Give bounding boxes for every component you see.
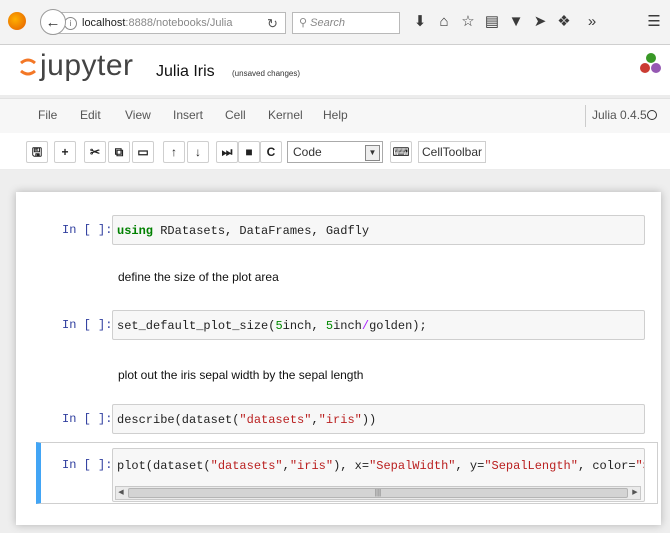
- code-text: , y=: [455, 459, 485, 473]
- cut-icon[interactable]: ✂: [84, 141, 106, 163]
- notebook-name[interactable]: Julia Iris: [156, 63, 215, 81]
- code-string: "SepalWidth": [369, 459, 456, 473]
- dropdown-arrow-icon: ▼: [365, 145, 380, 161]
- extension-icon[interactable]: ❖: [554, 12, 574, 32]
- code-text: plot(dataset(: [117, 459, 211, 473]
- code-cell-input[interactable]: set_default_plot_size(5inch, 5inch/golde…: [112, 310, 645, 340]
- cell-prompt: In [ ]:: [62, 412, 113, 426]
- reading-list-icon[interactable]: ▤: [482, 12, 502, 32]
- code-number: 5: [275, 319, 283, 333]
- cell-type-select[interactable]: Code ▼: [287, 141, 383, 163]
- code-keyword: using: [117, 224, 154, 238]
- info-icon[interactable]: i: [64, 17, 77, 30]
- kernel-idle-indicator-icon: [647, 110, 657, 120]
- stop-icon[interactable]: ■: [238, 141, 260, 163]
- url-bar[interactable]: i localhost:8888/notebooks/Julia: [58, 12, 286, 34]
- code-string: "datasets": [239, 413, 312, 427]
- markdown-cell[interactable]: plot out the iris sepal width by the sep…: [118, 368, 363, 382]
- jupyter-header: jupyter Julia Iris (unsaved changes): [0, 45, 670, 95]
- code-text: )): [361, 413, 377, 427]
- overflow-chevron-icon[interactable]: »: [582, 12, 602, 32]
- menu-bar: File Edit View Insert Cell Kernel Help J…: [0, 98, 670, 134]
- kernel-divider: [585, 105, 586, 127]
- run-cell-icon[interactable]: ⏭: [216, 141, 238, 163]
- scrollbar-thumb[interactable]: |||: [128, 488, 628, 498]
- back-arrow-icon[interactable]: ←: [40, 9, 66, 35]
- firefox-logo-icon: [8, 12, 26, 30]
- menu-view[interactable]: View: [125, 108, 151, 122]
- url-text: localhost:8888/notebooks/Julia: [82, 13, 232, 33]
- jupyter-logo-icon[interactable]: [18, 55, 38, 79]
- kernel-name: Julia 0.4.5: [592, 108, 647, 122]
- code-string: "datasets": [210, 459, 283, 473]
- code-text: inch,: [282, 319, 326, 333]
- code-text: set_default_plot_size(: [117, 319, 276, 333]
- save-icon[interactable]: 🖫: [26, 141, 48, 163]
- paste-icon[interactable]: ▭: [132, 141, 154, 163]
- code-string: "SepalLength": [484, 459, 578, 473]
- bookmark-star-icon[interactable]: ☆: [458, 12, 478, 32]
- checkpoint-status: (unsaved changes): [232, 69, 301, 78]
- code-text: golden);: [369, 319, 427, 333]
- reload-icon[interactable]: ↻: [260, 12, 286, 34]
- code-text: ,: [311, 413, 319, 427]
- menu-cell[interactable]: Cell: [225, 108, 246, 122]
- url-path: :8888/notebooks/Julia: [125, 17, 233, 29]
- cell-prompt: In [ ]:: [62, 223, 113, 237]
- send-icon[interactable]: ➤: [530, 12, 550, 32]
- code-text: ,: [282, 459, 290, 473]
- hamburger-menu-icon[interactable]: ☰: [644, 12, 664, 32]
- code-cell-input[interactable]: using RDatasets, DataFrames, Gadfly: [112, 215, 645, 245]
- cell-prompt: In [ ]:: [62, 318, 113, 332]
- code-number: 5: [325, 319, 334, 333]
- code-operator: /: [361, 319, 370, 333]
- code-text: ), x=: [333, 459, 370, 473]
- horizontal-scrollbar[interactable]: ◀ ||| ▶: [115, 486, 641, 500]
- browser-toolbar: i localhost:8888/notebooks/Julia ← ↻ ⚲ S…: [0, 0, 670, 45]
- code-string: "Species: [635, 459, 644, 473]
- insert-cell-icon[interactable]: +: [54, 141, 76, 163]
- copy-icon[interactable]: ⧉: [108, 141, 130, 163]
- search-placeholder: Search: [310, 17, 345, 29]
- search-icon: ⚲: [299, 17, 308, 29]
- code-string: "iris": [318, 413, 362, 427]
- julia-logo-icon: [640, 53, 662, 79]
- celltoolbar-button[interactable]: CellToolbar: [418, 141, 486, 163]
- jupyter-logo-text[interactable]: jupyter: [40, 49, 134, 83]
- cell-prompt: In [ ]:: [62, 458, 113, 472]
- download-icon[interactable]: ⬇: [410, 12, 430, 32]
- code-text: , color=: [577, 459, 636, 473]
- move-up-icon[interactable]: ↑: [163, 141, 185, 163]
- code-text: RDatasets, DataFrames, Gadfly: [153, 224, 370, 238]
- browser-search-input[interactable]: ⚲ Search: [292, 12, 400, 34]
- code-text: describe(dataset(: [117, 413, 240, 427]
- menu-edit[interactable]: Edit: [80, 108, 101, 122]
- restart-icon[interactable]: C: [260, 141, 282, 163]
- menu-kernel[interactable]: Kernel: [268, 108, 303, 122]
- menu-insert[interactable]: Insert: [173, 108, 203, 122]
- move-down-icon[interactable]: ↓: [187, 141, 209, 163]
- pocket-icon[interactable]: ▼: [506, 12, 526, 32]
- notebook-toolbar: 🖫 + ✂ ⧉ ▭ ↑ ↓ ⏭ ■ C Code ▼ ⌨ CellToolbar: [0, 133, 670, 169]
- url-host: localhost: [82, 17, 126, 29]
- menu-file[interactable]: File: [38, 108, 57, 122]
- menu-help[interactable]: Help: [323, 108, 348, 122]
- code-text: inch: [333, 319, 362, 333]
- markdown-cell[interactable]: define the size of the plot area: [118, 270, 279, 284]
- cell-type-value: Code: [293, 145, 322, 159]
- code-string: "iris": [289, 459, 334, 473]
- scroll-left-arrow-icon[interactable]: ◀: [116, 487, 126, 499]
- home-icon[interactable]: ⌂: [434, 12, 454, 32]
- scroll-right-arrow-icon[interactable]: ▶: [630, 487, 640, 499]
- keyboard-icon[interactable]: ⌨: [390, 141, 412, 163]
- code-cell-input[interactable]: describe(dataset("datasets","iris")): [112, 404, 645, 434]
